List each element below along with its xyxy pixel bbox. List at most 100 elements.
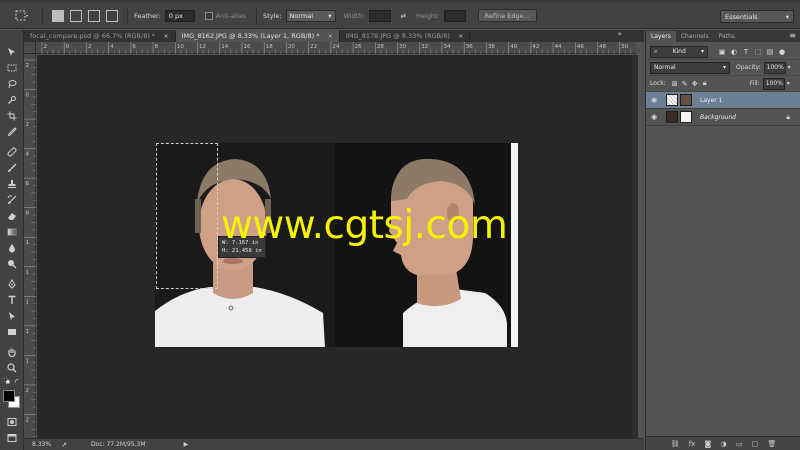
quick-mask-button[interactable]	[0, 414, 24, 430]
zoom-level[interactable]: 8.33%	[32, 441, 51, 448]
status-menu-arrow-icon[interactable]: ▶	[184, 441, 189, 448]
height-input[interactable]	[443, 9, 466, 22]
add-mask-icon[interactable]: ◙	[705, 440, 712, 448]
marquee-tool-preset[interactable]	[8, 6, 36, 26]
screen-mode-button[interactable]	[0, 430, 24, 446]
layer-filter-select[interactable]: ⌕ Kind ▾	[650, 45, 708, 58]
new-group-icon[interactable]: ▭	[736, 440, 743, 448]
eye-icon[interactable]: ◉	[646, 96, 662, 104]
blend-mode-select[interactable]: Normal ▾	[650, 61, 730, 74]
lock-icon[interactable]: 🔒︎	[786, 113, 790, 122]
intersect-selection-icon[interactable]	[106, 9, 118, 22]
document-tab-active[interactable]: IMG_8162.JPG @ 8.33% (Layer 1, RGB/8) * …	[175, 30, 340, 42]
clone-stamp-tool[interactable]	[0, 176, 24, 192]
type-filter-icon[interactable]: T	[740, 46, 752, 58]
layer-row-layer-1[interactable]: ◉ Layer 1	[646, 92, 800, 109]
layer-name[interactable]: Layer 1	[700, 97, 800, 104]
dodge-tool[interactable]	[0, 256, 24, 272]
lock-transparency-icon[interactable]: ⊠	[670, 78, 680, 90]
delete-layer-icon[interactable]: 🗑︎	[767, 440, 776, 448]
lock-position-icon[interactable]: ✥	[690, 78, 700, 90]
quick-selection-tool[interactable]	[0, 92, 24, 108]
style-label: Style:	[263, 11, 282, 20]
style-select[interactable]: Normal ▾	[285, 9, 336, 22]
swap-colors-icon[interactable]	[14, 378, 20, 384]
add-to-selection-icon[interactable]	[70, 9, 82, 22]
horizontal-ruler[interactable]: 2 0 2 4 6 8 10 12 14 16 18 20 22 24 26 28 30 32 34 36 38 40 42…	[36, 42, 637, 54]
fill-input[interactable]: 100%	[762, 77, 785, 90]
chevron-down-icon[interactable]: ▾	[788, 64, 791, 71]
crop-tool[interactable]	[0, 108, 24, 124]
export-icon[interactable]: ↗	[61, 441, 67, 449]
refine-edge-button[interactable]: Refine Edge...	[477, 9, 537, 22]
chevron-down-icon[interactable]: ▾	[787, 80, 790, 87]
style-value: Normal	[289, 11, 314, 20]
lock-pixels-icon[interactable]: ✎	[680, 78, 690, 90]
shape-filter-icon[interactable]: ⬚	[752, 46, 764, 58]
tab-layers[interactable]: Layers	[646, 31, 676, 42]
path-selection-tool[interactable]	[0, 308, 24, 324]
canvas-scrollbar[interactable]	[632, 55, 638, 438]
tabs-overflow-icon[interactable]: »	[618, 30, 622, 38]
hand-icon	[8, 348, 16, 357]
zoom-tool[interactable]	[0, 360, 24, 376]
link-layers-icon[interactable]: ⛓	[671, 440, 680, 448]
workspace-select[interactable]: Essentials ▾	[720, 10, 794, 23]
rectangle-tool[interactable]	[0, 324, 24, 340]
tab-paths[interactable]: Paths	[714, 31, 740, 42]
close-icon[interactable]: ×	[327, 32, 332, 40]
move-tool[interactable]	[0, 44, 24, 60]
lasso-tool[interactable]	[0, 76, 24, 92]
dodge-icon	[8, 260, 17, 269]
blur-tool[interactable]	[0, 240, 24, 256]
eye-icon[interactable]: ◉	[646, 113, 662, 121]
filter-toggle-icon[interactable]: ●	[776, 46, 788, 58]
ruler-label: 2	[26, 63, 30, 69]
feather-input[interactable]: 0 px	[164, 9, 195, 22]
layer-style-icon[interactable]: fx	[689, 440, 696, 448]
eraser-icon	[8, 213, 16, 220]
eraser-tool[interactable]	[0, 208, 24, 224]
rectangular-selection[interactable]	[156, 143, 218, 289]
opacity-input[interactable]: 100%	[763, 61, 786, 74]
layer-row-background[interactable]: ◉ Background 🔒︎	[646, 109, 800, 126]
close-icon[interactable]: ×	[458, 32, 463, 40]
layers-panel: Layers Channels Paths ≡ ⌕ Kind ▾ ▣ ◐ T ⬚…	[645, 30, 800, 450]
type-tool[interactable]	[0, 292, 24, 308]
gradient-tool[interactable]	[0, 224, 24, 240]
subtract-from-selection-icon[interactable]	[88, 9, 100, 22]
layer-name[interactable]: Background	[700, 114, 786, 121]
anti-alias-checkbox[interactable]	[204, 11, 213, 20]
foreground-color-swatch[interactable]	[3, 390, 15, 402]
width-input[interactable]	[368, 9, 391, 22]
default-colors-icon[interactable]	[4, 378, 10, 384]
chevron-down-icon: ▾	[328, 11, 332, 20]
vertical-ruler[interactable]: 2 0 2 4 6 8 1 1 1 1 1 2 2	[24, 54, 36, 438]
hand-tool[interactable]	[0, 344, 24, 360]
panel-menu-icon[interactable]: ≡	[789, 31, 796, 40]
new-selection-icon[interactable]	[52, 9, 64, 22]
new-adjustment-icon[interactable]: ◑	[721, 440, 727, 448]
pen-tool[interactable]	[0, 276, 24, 292]
document-tab[interactable]: focal_compare.psd @ 66.7% (RGB/8) * ×	[24, 30, 176, 42]
healing-brush-tool[interactable]	[0, 144, 24, 160]
eyedropper-tool[interactable]	[0, 124, 24, 140]
document-tab[interactable]: IMG_8178.JPG @ 8.33% (RGB/8) ×	[340, 30, 471, 42]
layer-filter-row: ⌕ Kind ▾ ▣ ◐ T ⬚ ▤ ●	[646, 44, 800, 60]
pixel-filter-icon[interactable]: ▣	[716, 46, 728, 58]
smart-object-filter-icon[interactable]: ▤	[764, 46, 776, 58]
close-icon[interactable]: ×	[163, 32, 168, 40]
ruler-origin[interactable]	[24, 42, 36, 54]
new-layer-icon[interactable]: ▢	[752, 440, 759, 448]
lock-all-icon[interactable]: 🔒︎	[700, 78, 710, 90]
brush-tool[interactable]	[0, 160, 24, 176]
layer-thumbnail	[680, 94, 692, 106]
adjustment-filter-icon[interactable]: ◐	[728, 46, 740, 58]
swap-dimensions-icon[interactable]: ⇄	[401, 12, 406, 20]
document-tab-label: IMG_8162.JPG @ 8.33% (Layer 1, RGB/8) *	[181, 32, 320, 40]
history-brush-tool[interactable]	[0, 192, 24, 208]
tab-channels[interactable]: Channels	[676, 31, 714, 42]
marquee-tool[interactable]	[0, 60, 24, 76]
ruler-label: 36	[466, 44, 473, 50]
options-separator	[127, 6, 128, 25]
